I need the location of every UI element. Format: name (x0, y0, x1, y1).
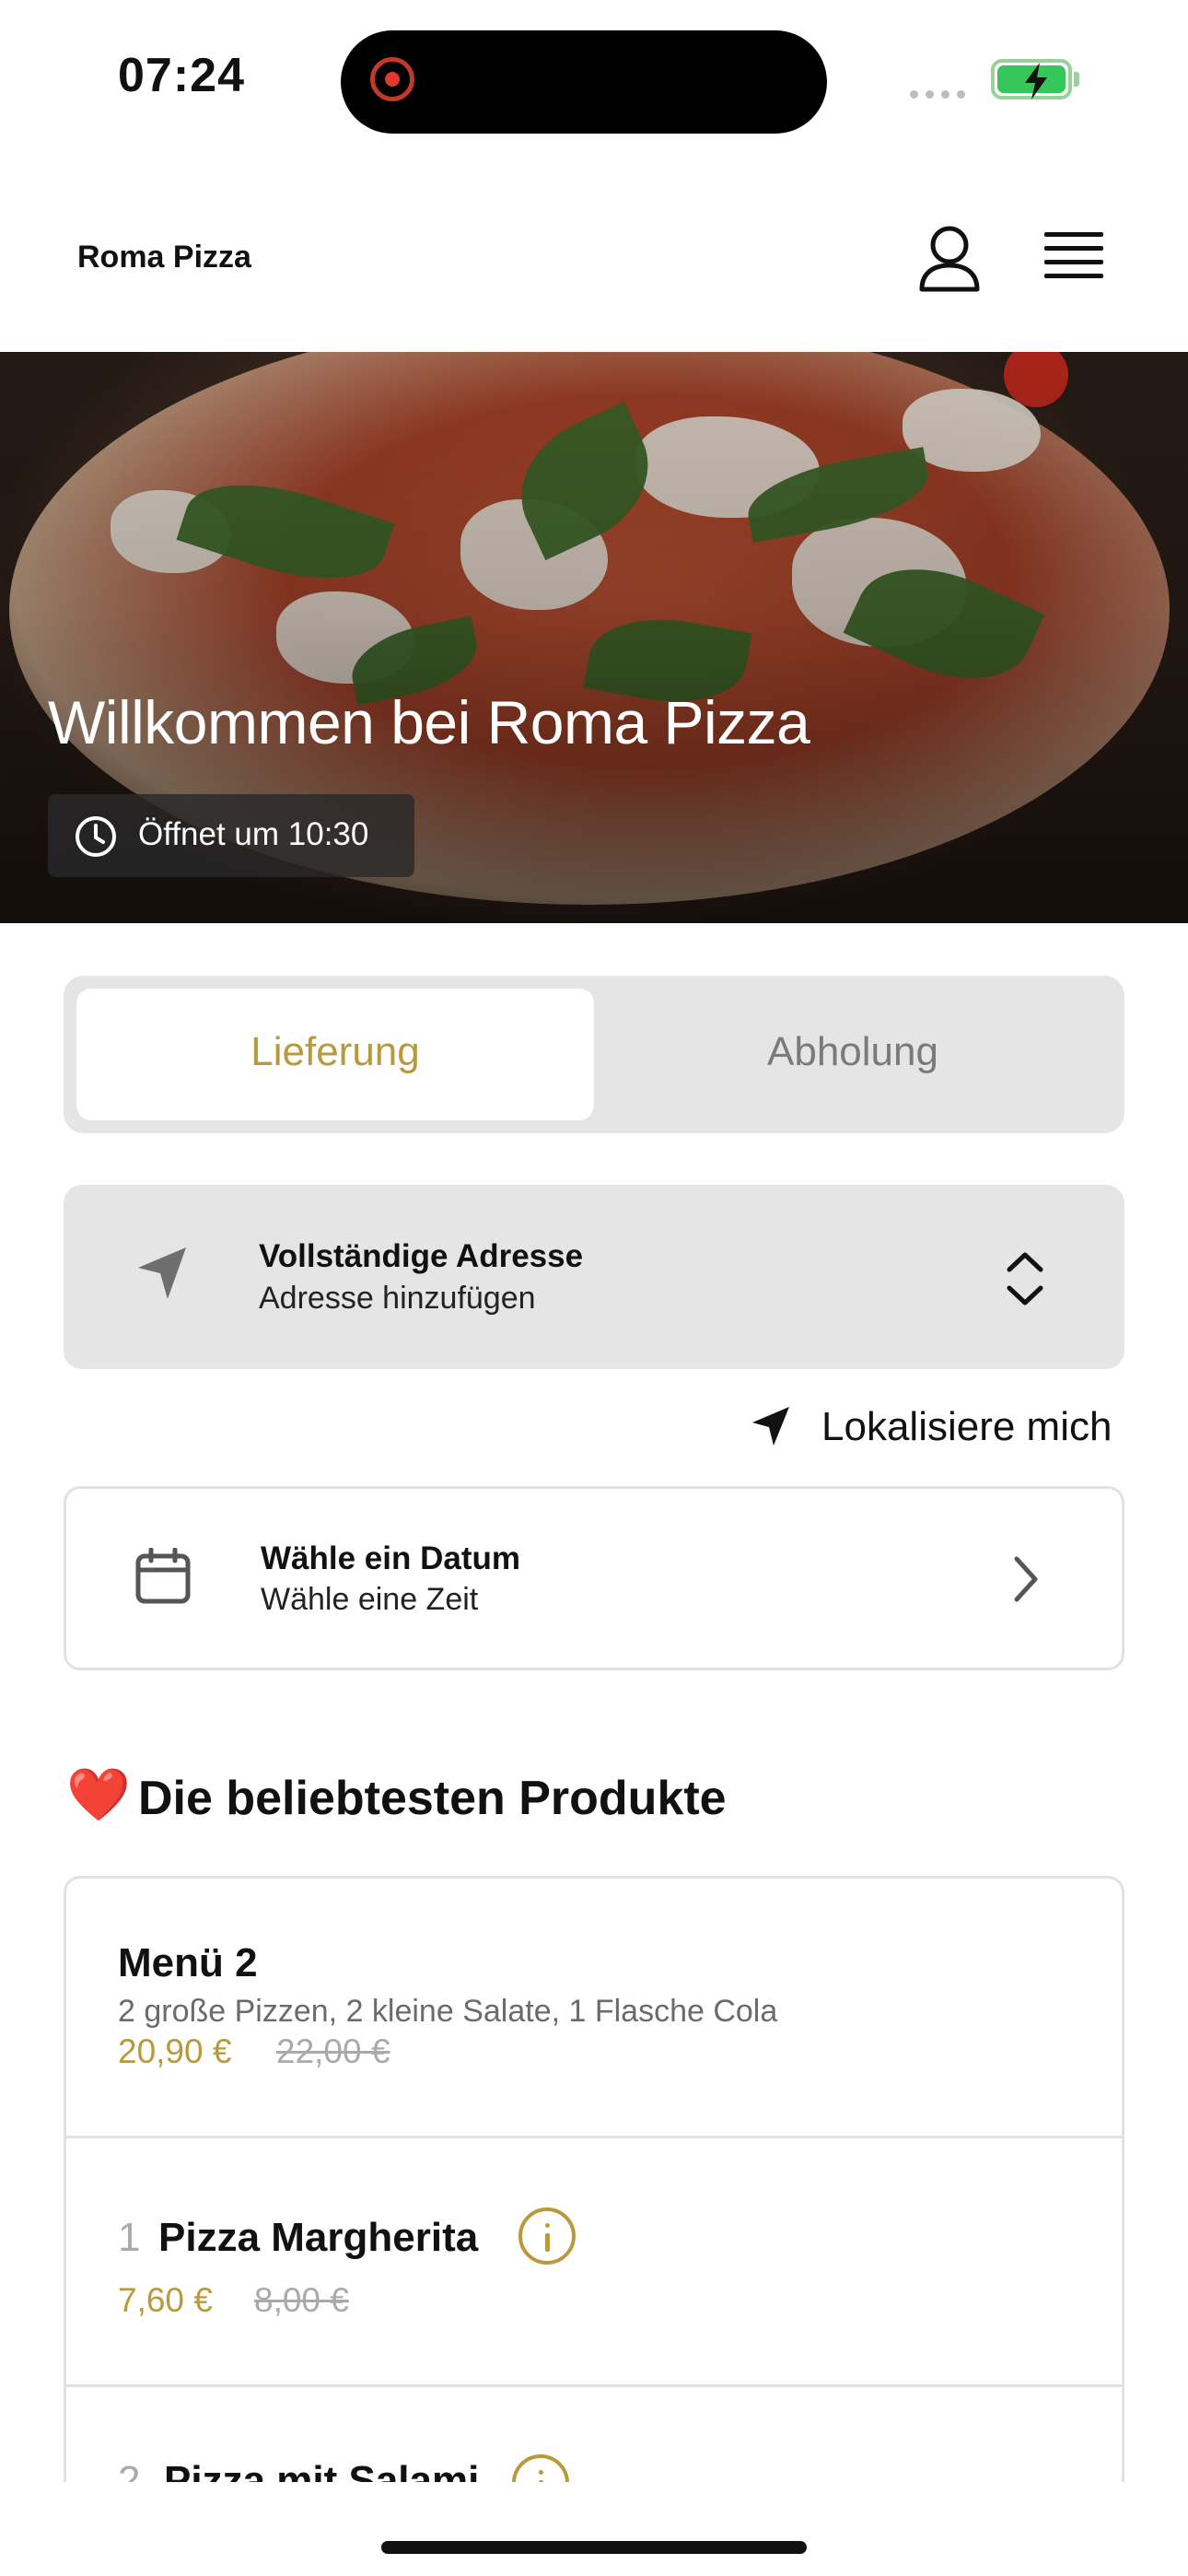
address-subtitle: Adresse hinzufügen (259, 1281, 536, 1316)
user-icon[interactable] (917, 225, 982, 293)
signal-icon (910, 87, 973, 103)
chevron-up-down-icon (1007, 1252, 1043, 1306)
date-time-selector[interactable] (64, 1486, 1124, 1670)
battery-cap (1074, 72, 1079, 87)
home-indicator[interactable] (381, 2541, 807, 2554)
product-name: Pizza Margherita (158, 2215, 479, 2260)
address-selector[interactable] (64, 1185, 1124, 1369)
hero-title: Willkommen bei Roma Pizza (48, 688, 810, 756)
battery-icon (991, 59, 1072, 100)
opening-hours-text: Öffnet um 10:30 (138, 816, 369, 852)
product-price: 20,90 € (118, 2032, 232, 2070)
info-icon[interactable] (518, 2207, 576, 2265)
product-old-price: 22,00 € (276, 2032, 390, 2070)
navigation-arrow-icon (138, 1247, 186, 1299)
product-number: 1 (118, 2215, 141, 2260)
list-item[interactable] (64, 2138, 1124, 2385)
product-old-price: 8,00 € (254, 2281, 349, 2319)
tab-pickup[interactable]: Abholung (594, 1029, 1112, 1075)
tab-delivery[interactable]: Lieferung (76, 1029, 594, 1075)
clock-icon (76, 816, 116, 857)
product-name: Menü 2 (118, 1940, 258, 1985)
bottom-safe-area (0, 2482, 1188, 2576)
menu-icon[interactable] (1044, 232, 1103, 284)
heart-icon: ❤️ (66, 1765, 131, 1823)
product-description: 2 große Pizzen, 2 kleine Salate, 1 Flasc… (118, 1994, 778, 2029)
status-time: 07:24 (118, 49, 245, 102)
recording-icon (370, 57, 414, 101)
brand-title[interactable]: Roma Pizza (77, 240, 251, 275)
product-price: 7,60 € (118, 2281, 213, 2319)
date-title: Wähle ein Datum (261, 1540, 520, 1576)
locate-me-button[interactable]: Lokalisiere mich (821, 1404, 1112, 1450)
opening-hours-badge: Öffnet um 10:30 (48, 794, 414, 877)
section-title: Die beliebtesten Produkte (138, 1772, 727, 1825)
location-arrow-icon[interactable] (750, 1404, 792, 1448)
calendar-icon (135, 1548, 191, 1604)
chevron-right-icon (1014, 1556, 1038, 1602)
address-title: Vollständige Adresse (259, 1238, 584, 1274)
time-subtitle: Wähle eine Zeit (261, 1582, 479, 1617)
